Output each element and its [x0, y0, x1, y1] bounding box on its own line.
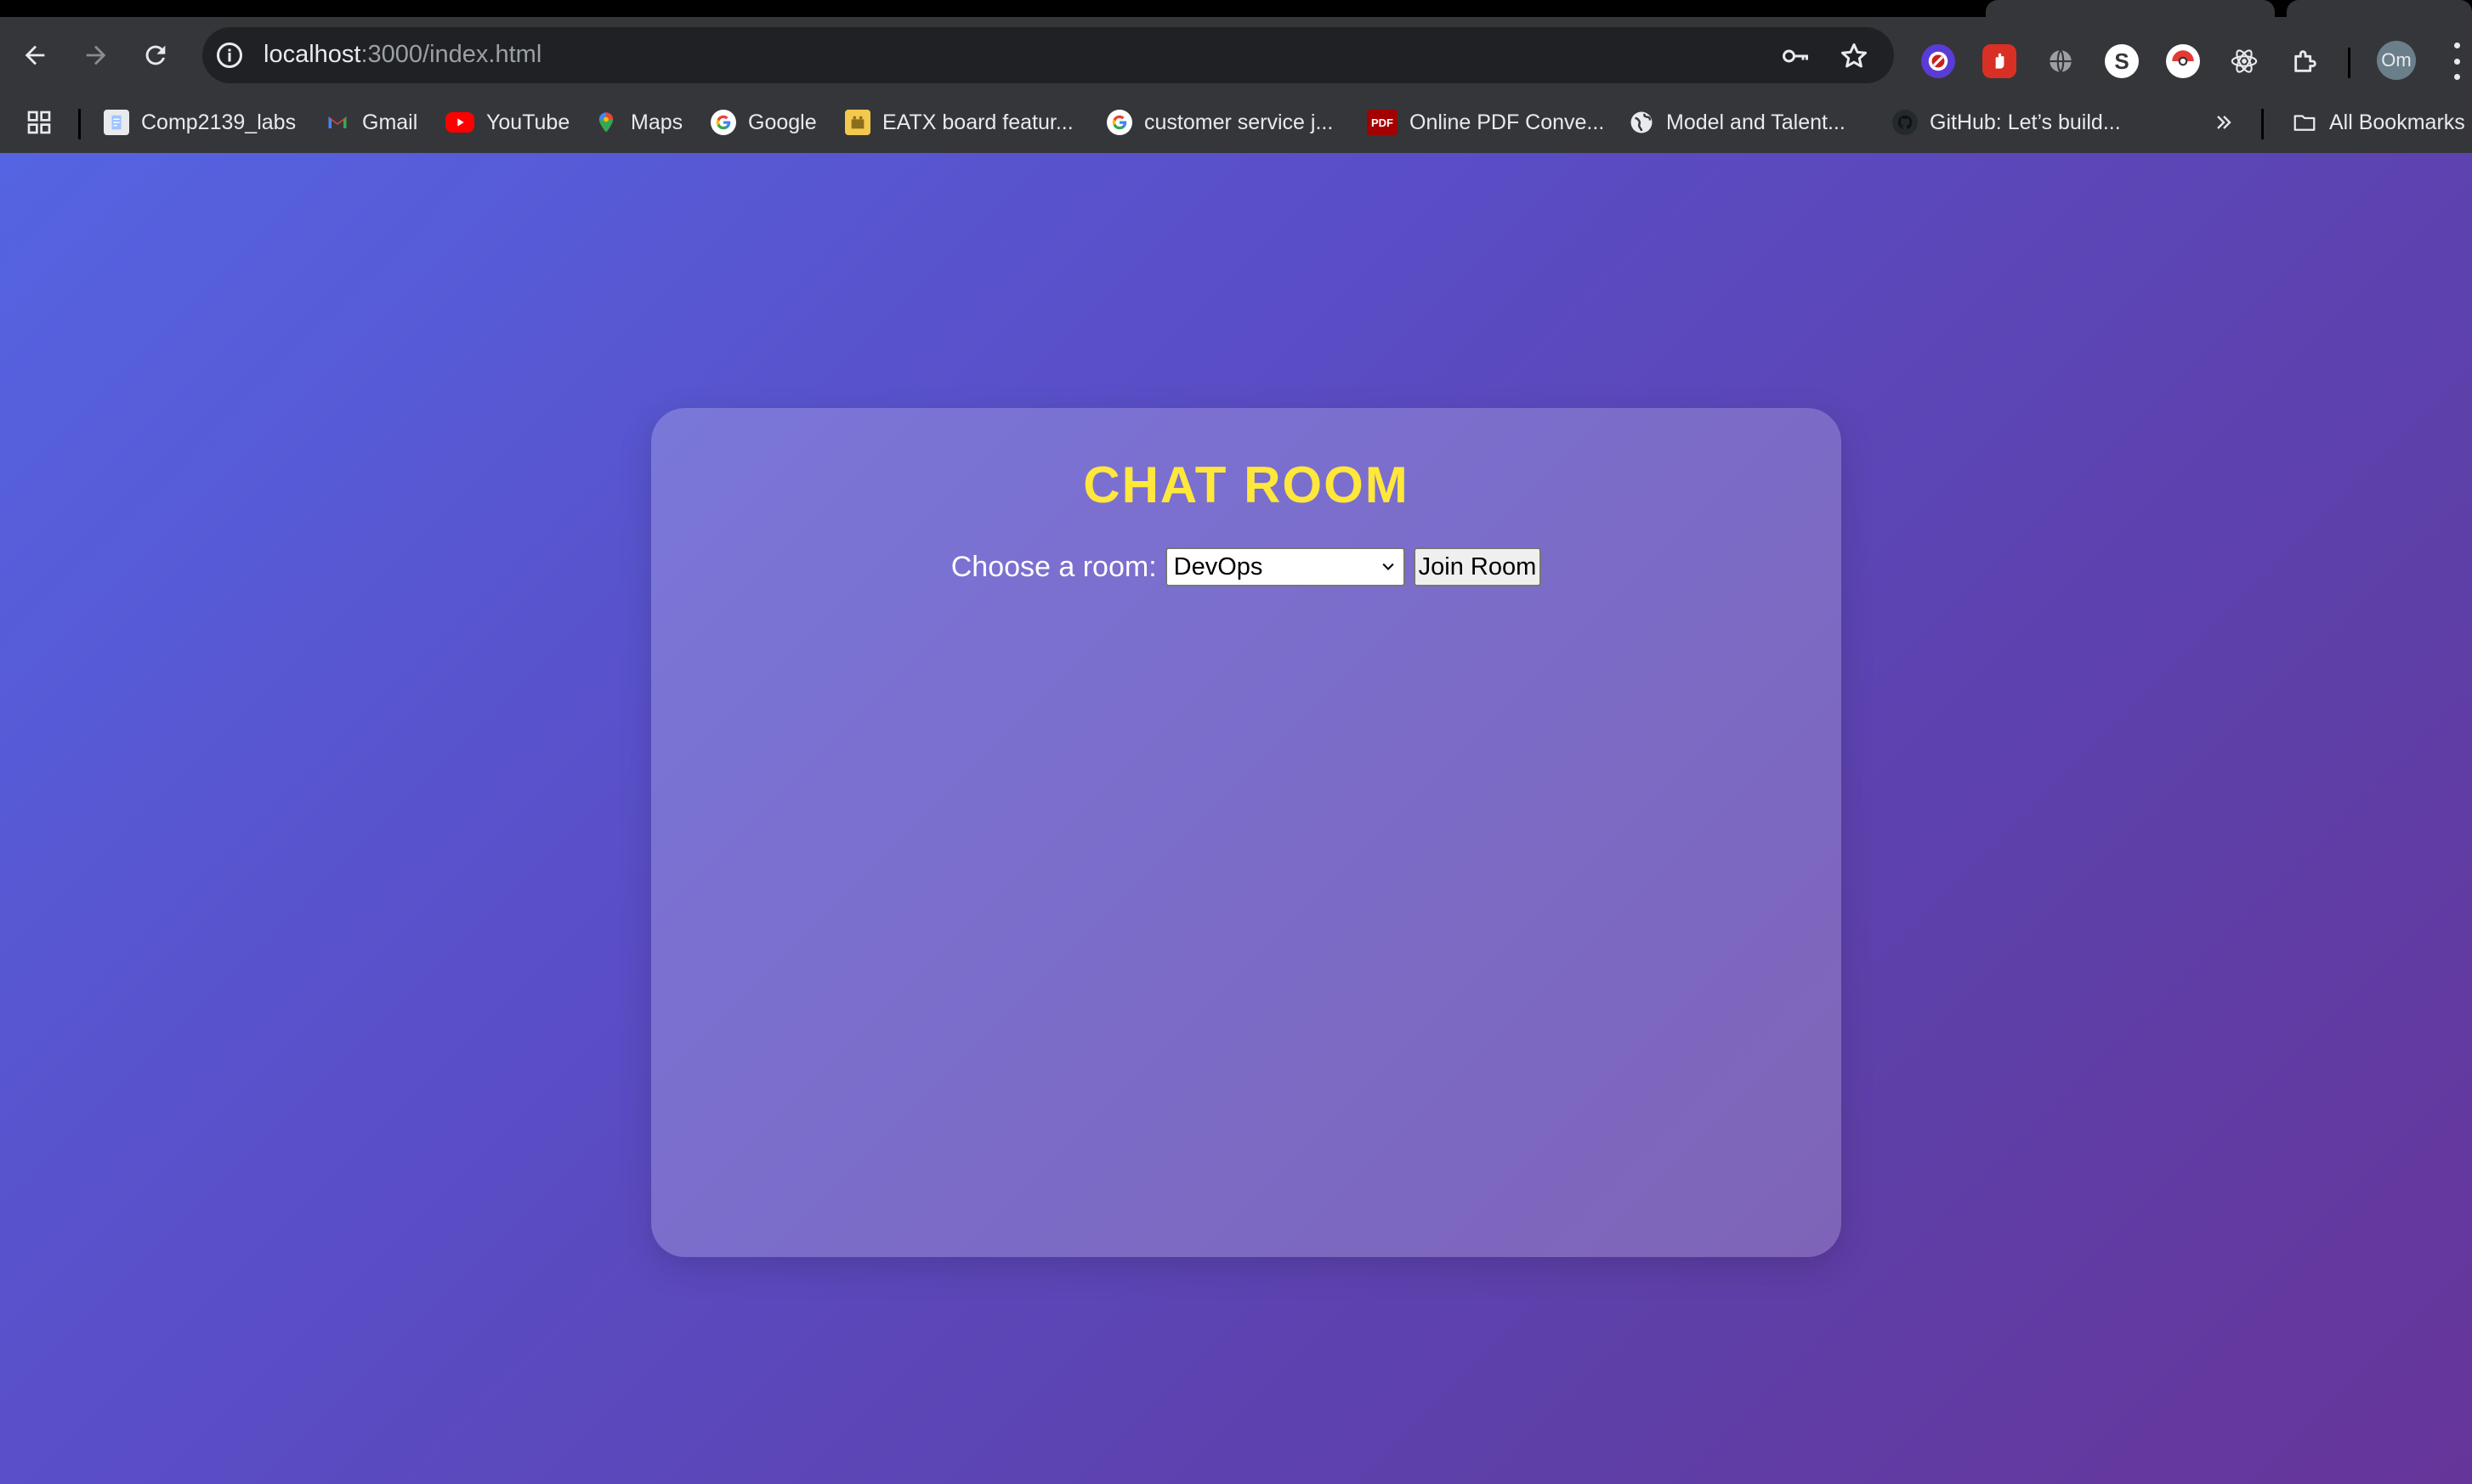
url-path: :3000/index.html — [360, 41, 542, 68]
join-room-button[interactable]: Join Room — [1413, 547, 1542, 586]
extension-s-icon[interactable]: S — [2105, 44, 2139, 78]
bookmark-label: Maps — [631, 110, 683, 134]
bookmark-label: GitHub: Let’s build... — [1930, 110, 2121, 134]
chat-room-card: CHAT ROOM Choose a room: DevOps Join Roo… — [651, 408, 1841, 1257]
password-key-icon[interactable] — [1779, 40, 1811, 72]
bookmark-label: Comp2139_labs — [141, 110, 297, 134]
pdf-icon: PDF — [1367, 110, 1398, 135]
back-button[interactable] — [15, 36, 54, 75]
bookmark-youtube[interactable]: YouTube — [445, 105, 570, 139]
bookmark-google[interactable]: Google — [711, 105, 817, 139]
page-background: CHAT ROOM Choose a room: DevOps Join Roo… — [0, 153, 2472, 1484]
bookmark-star-icon[interactable] — [1838, 40, 1870, 72]
bookmark-label: YouTube — [486, 110, 570, 134]
address-bar[interactable]: localhost:3000/index.html — [202, 27, 1894, 83]
github-icon — [1892, 110, 1918, 135]
bookmark-customer-service[interactable]: customer service j... — [1107, 105, 1333, 139]
page-title: CHAT ROOM — [1083, 456, 1409, 513]
maps-icon — [593, 110, 619, 135]
tab[interactable] — [1986, 0, 2275, 17]
url-text: localhost:3000/index.html — [264, 41, 541, 69]
board-icon — [845, 110, 870, 135]
extension-blocker-icon[interactable] — [1921, 44, 1955, 78]
gmail-icon — [325, 110, 350, 135]
reload-icon — [145, 45, 166, 65]
more-bookmarks-chevron-icon[interactable] — [2212, 105, 2236, 139]
bookmarks-bar: Comp2139_labs Gmail YouTube Maps Google … — [0, 93, 2472, 153]
extensions-puzzle-icon[interactable] — [2288, 44, 2322, 78]
extension-react-icon[interactable] — [2227, 44, 2261, 78]
apps-grid-icon[interactable] — [26, 105, 53, 139]
tab[interactable] — [2287, 0, 2472, 17]
forward-arrow-icon — [86, 45, 106, 65]
bookmark-online-pdf[interactable]: PDF Online PDF Conve... — [1367, 105, 1604, 139]
bookmarks-divider — [78, 109, 81, 139]
room-select-value: DevOps — [1173, 552, 1263, 581]
toolbar: localhost:3000/index.html S Om — [0, 17, 2472, 93]
room-selection-row: Choose a room: DevOps Join Room — [651, 547, 1841, 586]
chevron-down-icon — [1382, 563, 1394, 570]
bookmark-comp2139-labs[interactable]: Comp2139_labs — [104, 105, 296, 139]
browser-menu-icon[interactable] — [2448, 42, 2465, 80]
document-icon — [104, 110, 129, 135]
google-icon — [1107, 110, 1132, 135]
site-info-icon[interactable] — [214, 40, 245, 71]
room-select[interactable]: DevOps — [1165, 547, 1405, 586]
google-icon — [711, 110, 736, 135]
bookmark-label: customer service j... — [1144, 110, 1334, 134]
globe-icon — [1629, 110, 1654, 135]
bookmark-github[interactable]: GitHub: Let’s build... — [1892, 105, 2121, 139]
bookmark-label: EATX board featur... — [882, 110, 1074, 134]
bookmark-label: Model and Talent... — [1666, 110, 1845, 134]
bookmarks-divider — [2261, 109, 2264, 139]
bookmark-maps[interactable]: Maps — [593, 105, 683, 139]
profile-avatar[interactable]: Om — [2377, 41, 2416, 80]
reload-button[interactable] — [136, 36, 175, 75]
browser-chrome: localhost:3000/index.html S Om Comp2139_… — [0, 0, 2472, 153]
extension-adblock-icon[interactable] — [1982, 44, 2016, 78]
toolbar-divider — [2348, 48, 2350, 78]
all-bookmarks-folder[interactable]: All Bookmarks — [2292, 105, 2465, 139]
forward-button[interactable] — [77, 36, 116, 75]
bookmark-eatx-board[interactable]: EATX board featur... — [845, 105, 1074, 139]
bookmark-label: Online PDF Conve... — [1409, 110, 1605, 134]
bookmark-label: Google — [748, 110, 817, 134]
extension-globe-icon[interactable] — [2044, 44, 2078, 78]
extension-pokeball-icon[interactable] — [2166, 44, 2200, 78]
bookmark-model-talent[interactable]: Model and Talent... — [1629, 105, 1845, 139]
url-host: localhost — [264, 41, 361, 68]
folder-icon — [2292, 110, 2317, 135]
all-bookmarks-label: All Bookmarks — [2329, 110, 2465, 134]
bookmark-label: Gmail — [362, 110, 418, 134]
back-arrow-icon — [25, 45, 45, 65]
youtube-icon — [445, 112, 474, 133]
room-label: Choose a room: — [950, 550, 1157, 583]
tab-strip — [0, 0, 2472, 17]
bookmark-gmail[interactable]: Gmail — [325, 105, 417, 139]
